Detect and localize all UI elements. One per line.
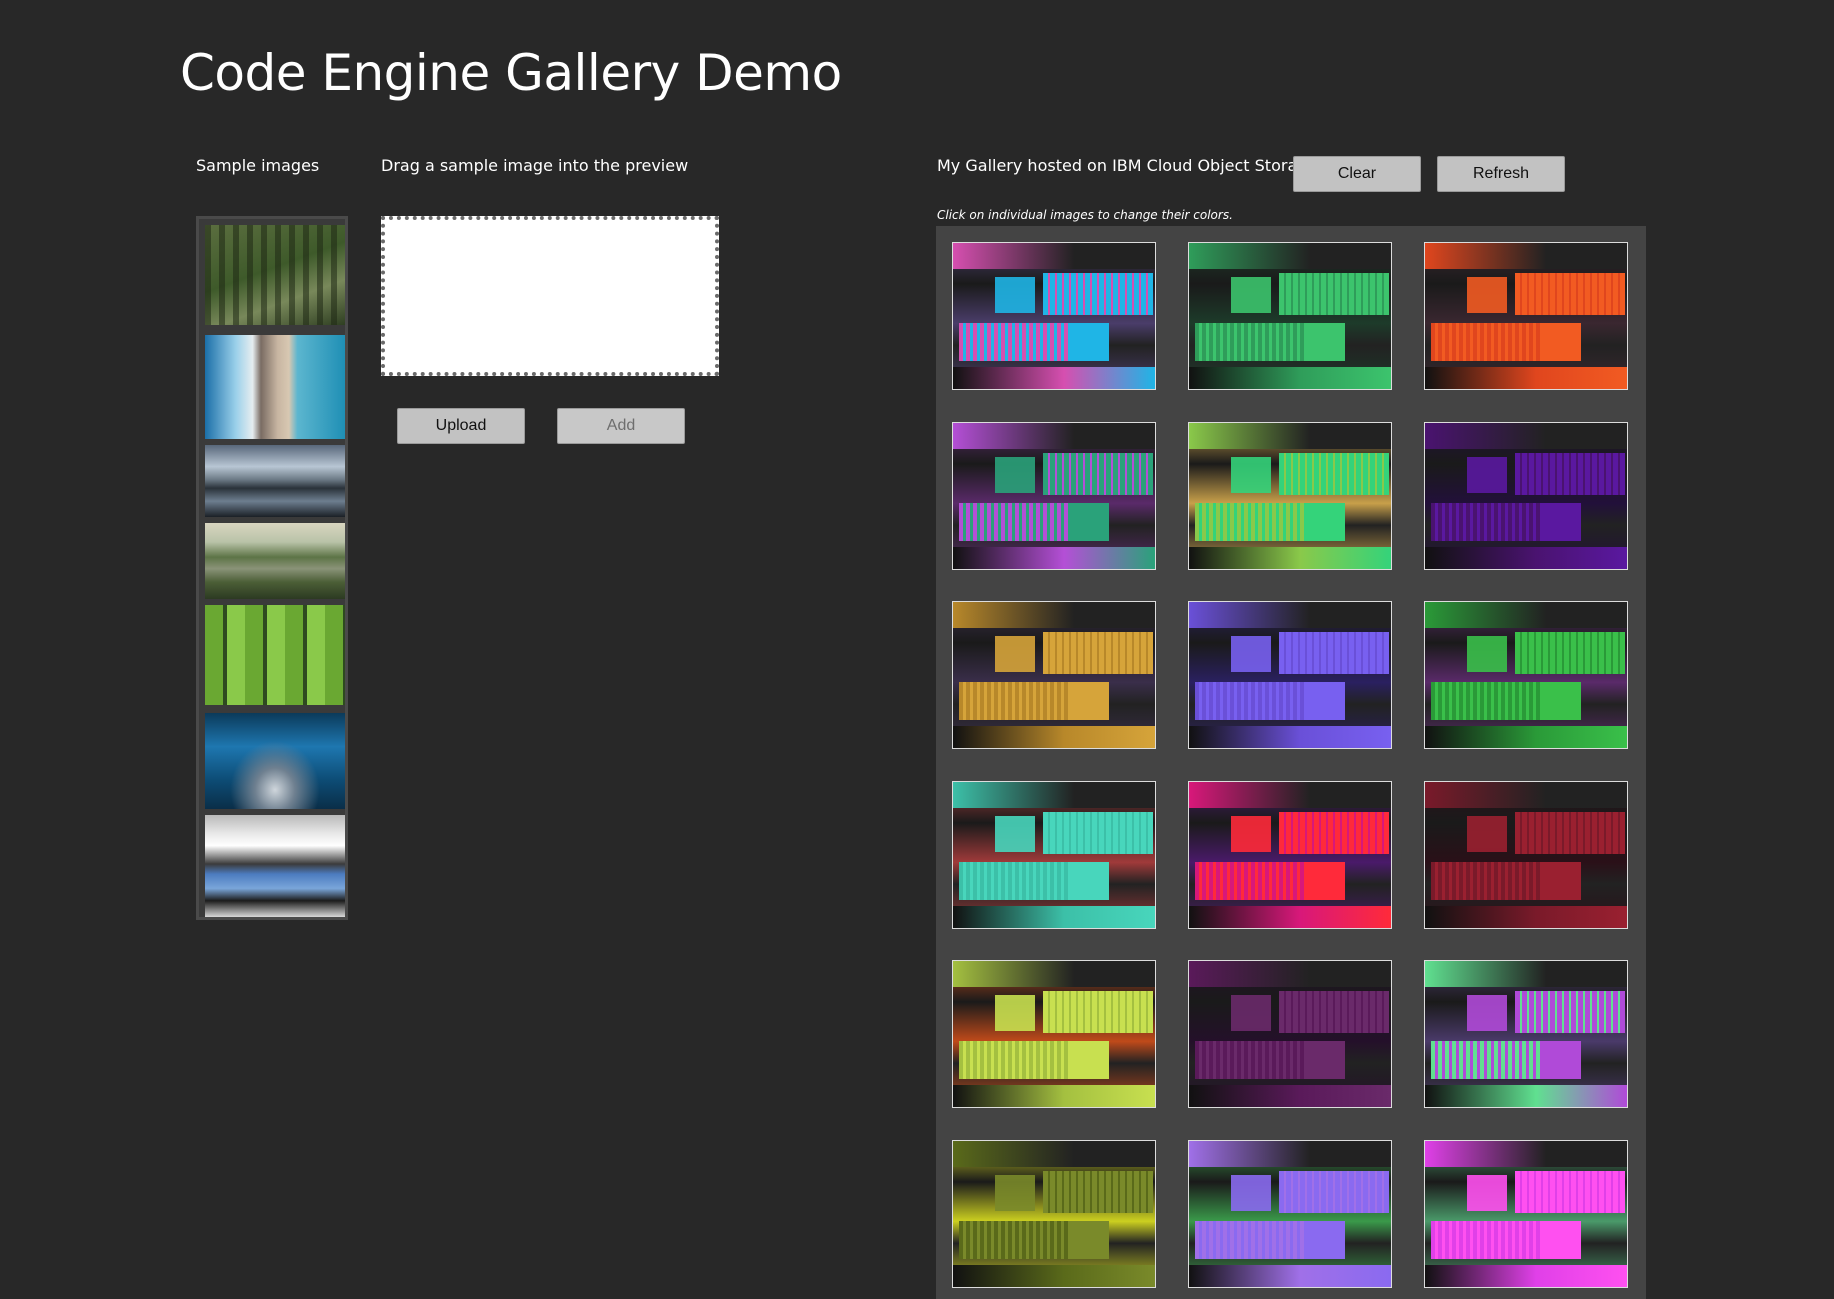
gallery-image[interactable] [1188,422,1392,570]
gallery-image[interactable] [952,781,1156,929]
clear-button[interactable]: Clear [1293,156,1421,192]
gallery-image[interactable] [952,422,1156,570]
sample-image-coast[interactable] [205,335,345,439]
gallery-image[interactable] [952,1140,1156,1288]
sample-image-green-field[interactable] [205,605,345,705]
sample-image-trucks[interactable] [205,815,345,917]
gallery-image[interactable] [1188,960,1392,1108]
gallery-image[interactable] [1424,422,1628,570]
gallery-image[interactable] [952,960,1156,1108]
gallery-image[interactable] [1424,1140,1628,1288]
gallery-image[interactable] [1424,781,1628,929]
gallery-image[interactable] [952,242,1156,390]
gallery-image[interactable] [1188,781,1392,929]
add-button[interactable]: Add [557,408,685,444]
sample-image-mountain-lake[interactable] [205,445,345,517]
sample-image-forest-river[interactable] [205,523,345,599]
refresh-button[interactable]: Refresh [1437,156,1565,192]
gallery-image[interactable] [1424,960,1628,1108]
gallery-label: My Gallery hosted on IBM Cloud Object St… [937,156,1318,175]
page-title: Code Engine Gallery Demo [180,44,842,102]
gallery-grid [936,226,1646,1299]
gallery-image[interactable] [952,601,1156,749]
gallery-image[interactable] [1188,1140,1392,1288]
gallery-image[interactable] [1424,601,1628,749]
upload-button[interactable]: Upload [397,408,525,444]
samples-label: Sample images [196,156,320,175]
preview-drop-zone[interactable] [381,216,719,376]
sample-images-strip [196,216,348,920]
gallery-image[interactable] [1188,601,1392,749]
sample-image-ice-cave[interactable] [205,713,345,809]
gallery-image[interactable] [1424,242,1628,390]
gallery-image[interactable] [1188,242,1392,390]
gallery-hint: Click on individual images to change the… [937,208,1233,222]
sample-image-aerial-farm[interactable] [205,225,345,325]
preview-label: Drag a sample image into the preview [381,156,689,175]
